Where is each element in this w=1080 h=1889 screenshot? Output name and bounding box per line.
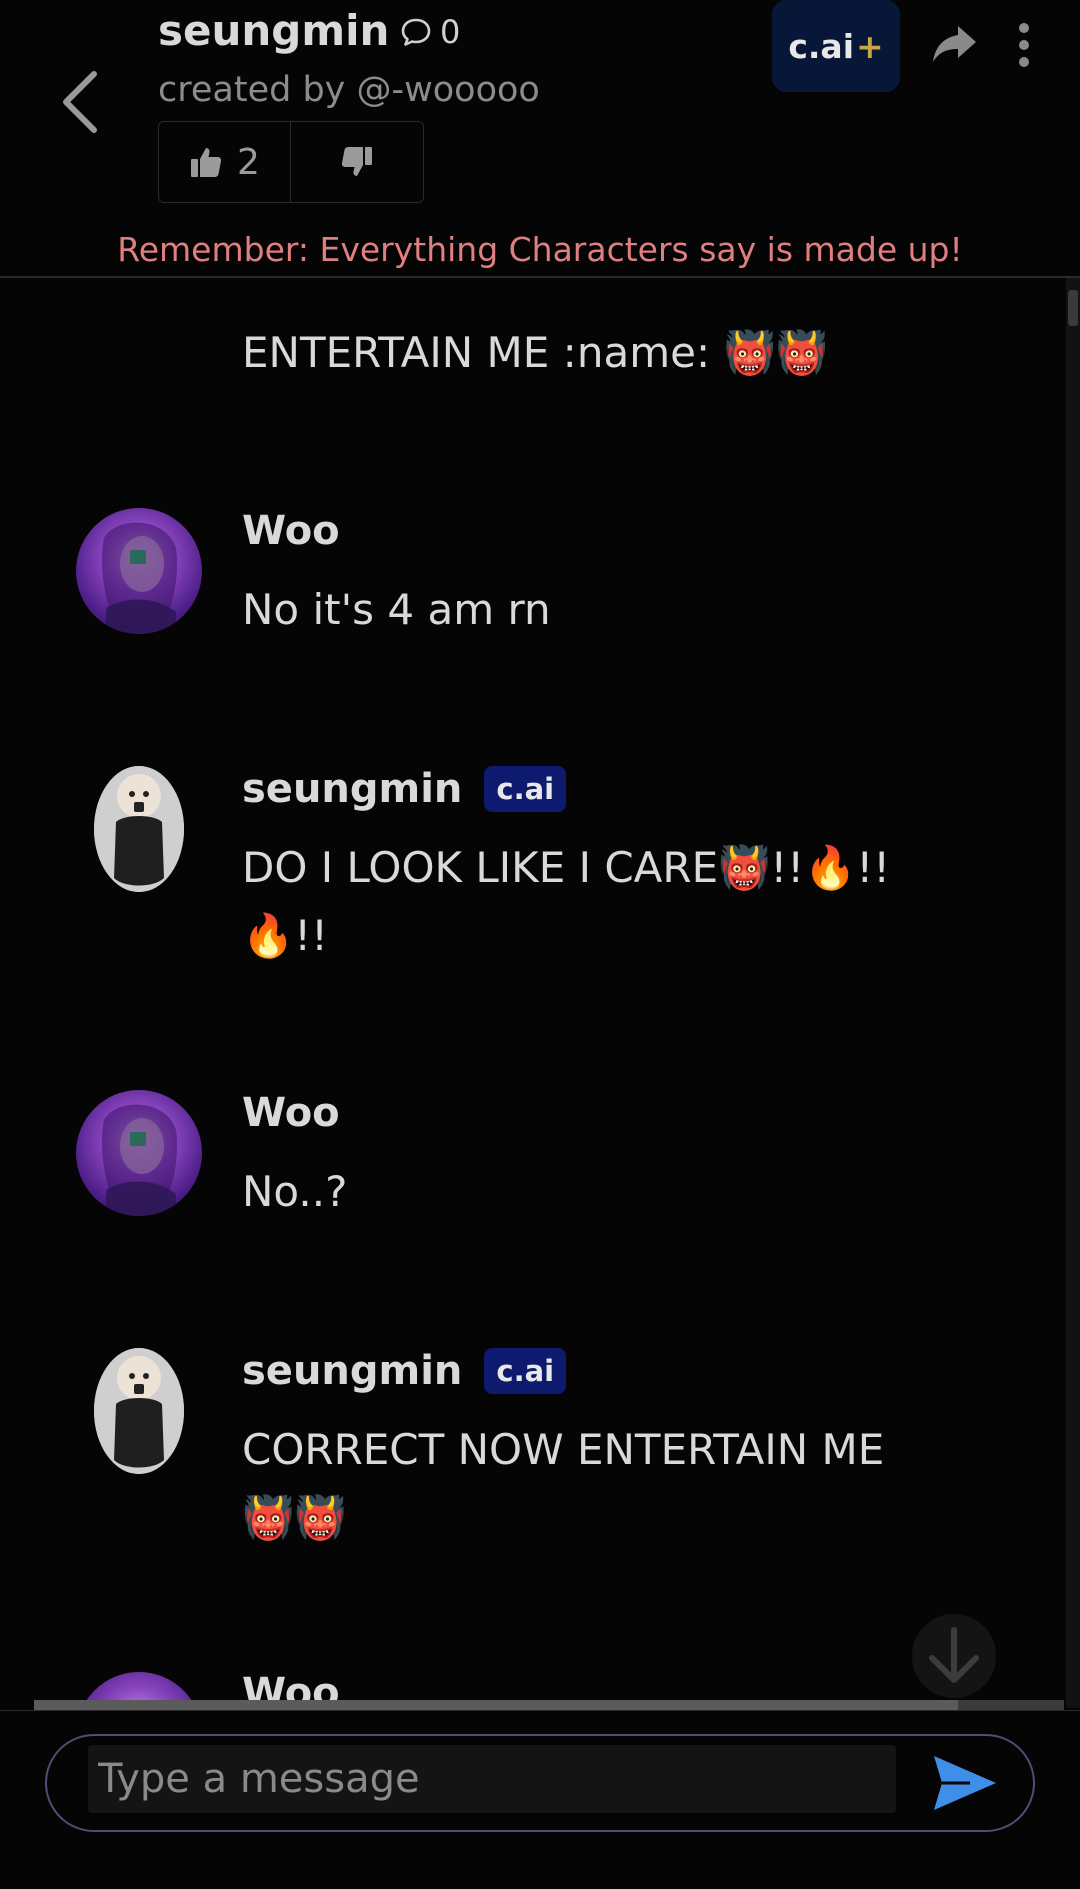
message-text: No it's 4 am rn xyxy=(242,585,551,634)
chat-header: seungmin 0 created by @-wooooo 2 c.ai+ xyxy=(0,0,1080,278)
chat-count: 0 xyxy=(400,12,460,52)
cai-badge: c.ai xyxy=(484,766,567,812)
chevron-left-icon xyxy=(63,71,97,133)
thumbs-up-icon xyxy=(191,148,222,177)
author-name: Woo xyxy=(242,1090,340,1136)
arrow-down-icon xyxy=(929,1627,979,1683)
dislike-button[interactable] xyxy=(291,122,423,202)
share-button[interactable] xyxy=(930,22,980,68)
vertical-scrollbar-thumb[interactable] xyxy=(1068,290,1078,326)
bot-avatar-image xyxy=(94,1348,184,1474)
message-author: seungmin c.ai xyxy=(242,766,567,812)
horizontal-scrollbar-thumb[interactable] xyxy=(34,1700,958,1710)
speech-bubble-icon xyxy=(401,18,431,46)
chat-count-value: 0 xyxy=(440,13,461,51)
message-text: DO I LOOK LIKE I CARE👹!!🔥!!🔥!! xyxy=(242,843,891,960)
author-name: seungmin xyxy=(242,1348,463,1394)
vertical-scrollbar[interactable] xyxy=(1066,278,1080,1708)
cai-plus-label: c.ai xyxy=(788,26,855,66)
message-text: No..? xyxy=(242,1167,348,1216)
like-button[interactable]: 2 xyxy=(159,122,291,202)
message-user: Woo No..? xyxy=(0,1090,1060,1250)
cai-badge: c.ai xyxy=(484,1348,567,1394)
cai-plus-button[interactable]: c.ai + xyxy=(772,0,900,92)
back-button[interactable] xyxy=(54,66,110,138)
greeting-message: ENTERTAIN ME :name: 👹👹 xyxy=(242,328,829,377)
message-bot: seungmin c.ai CORRECT NOW ENTERTAIN ME 👹… xyxy=(0,1348,1060,1568)
message-author: Woo xyxy=(242,1090,340,1136)
author-name: seungmin xyxy=(242,766,463,812)
avatar[interactable] xyxy=(76,1090,202,1216)
rating-box: 2 xyxy=(158,121,424,203)
plus-mark: + xyxy=(856,26,884,66)
message-author: seungmin c.ai xyxy=(242,1348,567,1394)
bot-avatar-image xyxy=(94,766,184,892)
chat-scroll-area[interactable]: ENTERTAIN ME :name: 👹👹 Woo No it's 4 am … xyxy=(0,278,1080,1708)
footer-divider xyxy=(0,1710,1080,1711)
message-text: CORRECT NOW ENTERTAIN ME 👹👹 xyxy=(242,1425,885,1542)
avatar[interactable] xyxy=(94,1348,184,1474)
character-name: seungmin xyxy=(158,6,390,55)
menu-button[interactable] xyxy=(1012,22,1036,68)
scroll-to-bottom-button[interactable] xyxy=(912,1614,996,1698)
share-arrow-icon xyxy=(933,26,976,62)
disclaimer-text: Remember: Everything Characters say is m… xyxy=(117,230,963,269)
kebab-menu-icon xyxy=(1019,23,1029,67)
message-user: Woo No it's 4 am rn xyxy=(0,508,1060,668)
author-name: Woo xyxy=(242,508,340,554)
message-bot: seungmin c.ai DO I LOOK LIKE I CARE👹!!🔥!… xyxy=(0,766,1060,986)
send-icon xyxy=(934,1756,996,1810)
user-avatar-image xyxy=(101,1104,178,1216)
send-button[interactable] xyxy=(930,1752,1000,1814)
avatar[interactable] xyxy=(94,766,184,892)
like-count: 2 xyxy=(237,141,260,183)
message-input[interactable] xyxy=(88,1745,896,1813)
message-author: Woo xyxy=(242,508,340,554)
avatar[interactable] xyxy=(76,508,202,634)
user-avatar-image xyxy=(101,522,178,634)
thumbs-down-icon xyxy=(341,147,372,176)
creator-link[interactable]: created by @-wooooo xyxy=(158,70,540,110)
